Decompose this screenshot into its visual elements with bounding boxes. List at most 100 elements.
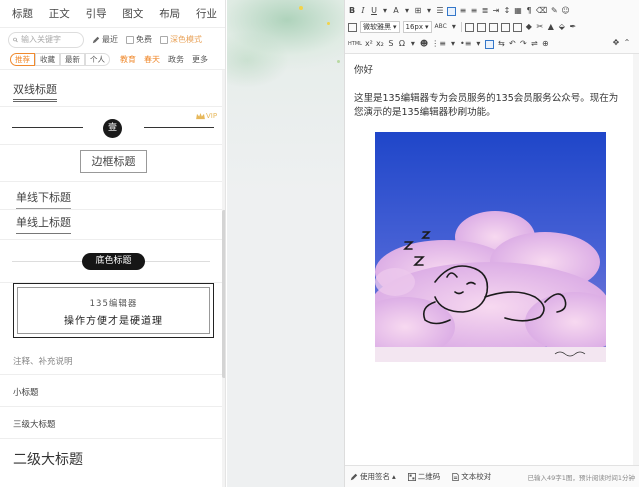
font-color-icon[interactable]: A	[392, 5, 400, 17]
list-icon[interactable]: ☰	[436, 5, 444, 17]
font-family-select[interactable]: 微软雅黑 ▾	[360, 21, 400, 33]
template-overline-title[interactable]: 单线上标题	[0, 210, 222, 240]
underline-dropdown-icon[interactable]: ▾	[381, 5, 389, 17]
filter-tab-latest[interactable]: 最新	[60, 53, 85, 66]
nav-tab-layout[interactable]: 布局	[159, 6, 180, 21]
card-outer-frame: 135编辑器 操作方便才是硬道理	[13, 283, 214, 338]
symbol-dropdown-icon[interactable]: ▾	[409, 38, 417, 50]
nav-tab-image-text[interactable]: 图文	[122, 6, 143, 21]
filter-tab-personal[interactable]: 个人	[85, 53, 110, 66]
template-third-title[interactable]: 三级大标题	[0, 407, 222, 439]
stamp-icon[interactable]: ▲	[547, 21, 555, 33]
toolbar-row-3: HTML x² x₂ S Ω ▾ ☻ ⋮≡ ▾ •≡ ▾ ⇆ ↶ ↷ ⇌ ⊕	[348, 37, 549, 51]
template-border-title[interactable]: 边框标题	[0, 145, 222, 182]
filter-tab-recommend[interactable]: 推荐	[10, 53, 35, 66]
align-justify-icon[interactable]: ≣	[481, 5, 489, 17]
ordered-list-dropdown-icon[interactable]: ▾	[449, 38, 457, 50]
clear-format-icon[interactable]: ⌫	[536, 5, 547, 17]
image-icon[interactable]	[464, 22, 474, 32]
bullet-list-dropdown-icon[interactable]: ▾	[474, 38, 482, 50]
pen-icon[interactable]: ✒	[569, 21, 577, 33]
proofread-button[interactable]: 文本校对	[452, 471, 491, 482]
cut-icon[interactable]: ✂	[536, 21, 544, 33]
scrollbar-thumb[interactable]	[222, 210, 225, 378]
attachment-icon[interactable]	[512, 22, 522, 32]
zoom-icon[interactable]: ⊕	[541, 38, 549, 50]
collapse-icon[interactable]: ⌃	[623, 37, 631, 49]
bold-icon[interactable]: B	[348, 5, 356, 17]
spellcheck-icon[interactable]: ABC	[435, 21, 447, 33]
emoji-icon[interactable]: ☺	[561, 5, 569, 17]
category-more[interactable]: 更多	[192, 54, 208, 65]
italic-icon[interactable]: I	[359, 5, 367, 17]
category-spring[interactable]: 春天	[144, 54, 160, 65]
swap-icon[interactable]: ⇆	[497, 38, 505, 50]
deep-mode-toggle[interactable]: 深色模式	[160, 34, 202, 45]
subscript-icon[interactable]: x₂	[376, 38, 384, 50]
indent-icon[interactable]: ⇥	[492, 5, 500, 17]
brush-icon[interactable]: ✎	[550, 5, 558, 17]
template-underline-title[interactable]: 单线下标题	[0, 182, 222, 210]
qrcode-button[interactable]: 二维码	[407, 471, 440, 482]
nav-tab-guide[interactable]: 引导	[86, 6, 107, 21]
line-height-icon[interactable]: ↕	[503, 5, 511, 17]
template-double-line-title[interactable]: 双线标题	[0, 70, 222, 107]
template-vip-circle-title[interactable]: VIP 壹	[0, 107, 222, 145]
signature-button[interactable]: 使用签名 ▴	[350, 471, 396, 482]
template-second-title[interactable]: 二级大标题	[0, 439, 222, 487]
body-paragraph[interactable]: 这里是135编辑器专为会员服务的135会员服务公众号。现在为您演示的是135编辑…	[354, 92, 626, 120]
ordered-list-icon[interactable]: ⋮≡	[431, 38, 446, 50]
nav-tab-body[interactable]: 正文	[49, 6, 70, 21]
move-icon[interactable]: ✥	[612, 37, 620, 49]
font-size-select[interactable]: 16px ▾	[402, 21, 432, 33]
template-note[interactable]: 注释、补充说明	[0, 343, 222, 375]
undo-icon[interactable]: ↶	[508, 38, 516, 50]
category-education[interactable]: 教育	[120, 54, 136, 65]
format-painter-icon[interactable]	[485, 39, 495, 49]
omega-icon[interactable]: Ω	[398, 38, 406, 50]
audio-icon[interactable]	[488, 22, 498, 32]
free-filter[interactable]: 免费	[126, 34, 152, 45]
sky-bear-image[interactable]	[375, 132, 606, 362]
editor-content[interactable]: 你好 这里是135编辑器专为会员服务的135会员服务公众号。现在为您演示的是13…	[345, 54, 634, 465]
filter-tab-favorites[interactable]: 收藏	[35, 53, 60, 66]
search-box[interactable]	[8, 31, 84, 48]
circle-number: 壹	[103, 119, 122, 138]
align-right-icon[interactable]: ≡	[470, 5, 478, 17]
spellcheck-dropdown-icon[interactable]: ▾	[450, 21, 458, 33]
search-input[interactable]	[21, 35, 79, 44]
paragraph-icon[interactable]: ¶	[525, 5, 533, 17]
template-bg-title[interactable]: 底色标题	[0, 240, 222, 283]
editor-toolbar: B I U ▾ A ▾ ⊞ ▾ ☰ ≡ ≡ ≣ ⇥ ↕ ▦ ¶ ⌫ ✎ ☺ 微软雅黑 ▾…	[345, 0, 639, 54]
table-dropdown-icon[interactable]: ▾	[425, 5, 433, 17]
flip-icon[interactable]: ⇌	[530, 38, 538, 50]
align-center-icon[interactable]: ≡	[459, 5, 467, 17]
deep-mode-checkbox[interactable]	[160, 35, 168, 44]
gallery-icon[interactable]	[500, 22, 510, 32]
video-icon[interactable]	[476, 22, 486, 32]
nav-tab-title[interactable]: 标题	[12, 6, 33, 21]
underline-icon[interactable]: U	[370, 5, 378, 17]
template-small-title[interactable]: 小标题	[0, 375, 222, 407]
redo-icon[interactable]: ↷	[519, 38, 527, 50]
font-color-dropdown-icon[interactable]: ▾	[403, 5, 411, 17]
nav-tab-industry[interactable]: 行业	[196, 6, 217, 21]
superscript-icon[interactable]: x²	[365, 38, 373, 50]
recent-label: 最近	[102, 35, 118, 44]
strike-icon[interactable]: S	[387, 38, 395, 50]
bullet-list-icon[interactable]: •≡	[460, 38, 471, 50]
grid-icon[interactable]: ▦	[514, 5, 522, 17]
template-card-title[interactable]: 135编辑器 操作方便才是硬道理	[0, 283, 222, 343]
doc-icon[interactable]	[348, 22, 357, 32]
category-government[interactable]: 政务	[168, 54, 184, 65]
editor-scrollbar[interactable]	[633, 54, 639, 465]
free-checkbox[interactable]	[126, 35, 134, 44]
align-left-icon[interactable]	[447, 6, 456, 16]
smile-icon[interactable]: ☻	[420, 38, 428, 50]
recent-filter[interactable]: 最近	[92, 34, 118, 45]
html-source-icon[interactable]: HTML	[348, 38, 362, 50]
greeting-paragraph[interactable]: 你好	[354, 64, 626, 78]
table-icon[interactable]: ⊞	[414, 5, 422, 17]
fill-icon[interactable]: ◆	[525, 21, 533, 33]
color-picker-icon[interactable]: ⬙	[558, 21, 566, 33]
